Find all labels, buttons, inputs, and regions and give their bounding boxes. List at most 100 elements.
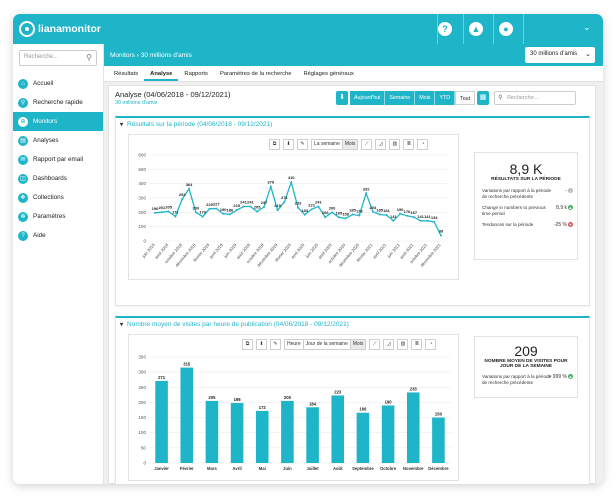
data-label: 38 [439,229,444,234]
y-tick-label: 0 [143,239,146,244]
bar-value-label: 172 [259,405,267,410]
sidebar-item-recherche-rapide[interactable]: ⚲ Recherche rapide [13,93,103,112]
download-icon[interactable]: ⬇ [256,339,267,350]
y-tick-label: 500 [138,167,146,172]
period-button-4[interactable]: Tout [455,91,476,105]
data-point [365,192,368,195]
sidebar-item-rapport-par-email[interactable]: ✉ Rapport par email [13,150,103,169]
data-label: 178 [356,208,363,213]
bar-value-label: 233 [410,386,418,391]
section-title-text: Nombre moyen de visites par heure de pub… [127,321,349,328]
data-point [228,213,231,216]
data-label: 205 [254,205,261,210]
pie-chart-icon[interactable]: ◔ [417,139,429,150]
tab-3[interactable]: Paramètres de la recherche [214,66,298,81]
y-tick-label: 200 [138,210,146,215]
area-chart-icon[interactable]: ◿ [375,139,387,150]
calendar-icon[interactable]: ▦ [477,91,490,105]
data-point [385,214,388,217]
period-button-3[interactable]: YTD [435,91,456,105]
granularity-button-0[interactable]: La semaine [311,139,342,150]
app-logo[interactable]: lianamonitor [19,21,101,37]
copy-icon[interactable]: ⧉ [269,139,280,150]
stacked-chart-icon[interactable]: ≣ [403,139,415,150]
data-label: 166 [322,210,329,215]
stat-row-value-text: -25 % [553,222,567,228]
data-point [440,234,442,237]
granularity-button-1[interactable]: Jour de la semaine [302,339,350,350]
bar-value-label: 205 [284,395,292,400]
data-label: 364 [186,182,193,187]
sidebar-item-label: Aide [33,232,46,239]
data-point [378,213,381,216]
data-label: 215 [274,203,281,208]
bar [306,407,319,463]
sidebar-item-analyses[interactable]: ▤ Analyses [13,131,103,150]
tab-4[interactable]: Réglages généraux [297,66,359,81]
line-chart-icon[interactable]: ⟋ [361,139,373,150]
granularity-button-1[interactable]: Mois [341,139,359,150]
x-category-label: Décembre [428,466,449,471]
home-icon: ⌂ [18,78,28,89]
period-button-0[interactable]: Aujourd'hui [350,91,386,105]
user-icon[interactable]: ● [499,22,513,36]
tab-0[interactable]: Résultats [108,66,144,81]
x-category-label: Mai [259,466,266,471]
section-title[interactable]: ▾ Nombre moyen de visites par heure de pu… [120,321,349,328]
data-label: 241 [315,199,322,204]
x-tick-label: avril 2021 [372,242,388,260]
tab-2[interactable]: Rapports [178,66,214,81]
data-point [337,216,340,219]
sidebar-item-dashboards[interactable]: ◫ Dashboards [13,169,103,188]
settings-icon[interactable]: ✎ [270,339,281,350]
analysis-search-input[interactable]: ⚲ Recherche... [494,91,577,105]
sidebar-search-input[interactable]: Recherche... ⚲ [19,50,97,66]
bar-value-label: 315 [183,362,191,367]
granularity-button-2[interactable]: Mois [349,339,367,350]
sidebar-item-label: Collections [33,194,64,201]
bar-chart-icon[interactable]: ▥ [397,339,409,350]
sidebar-item-param-tres[interactable]: ✻ Paramètres [13,207,103,226]
help-icon[interactable]: ? [438,22,452,36]
download-icon[interactable]: ⬇ [283,139,294,150]
period-button-2[interactable]: Mois [415,91,436,105]
area-chart-icon[interactable]: ◿ [383,339,395,350]
chevron-down-icon[interactable]: ⌄ [583,22,591,33]
line-chart-icon[interactable]: ⟋ [369,339,381,350]
sidebar-item-monitors[interactable]: ⊕ Monitors [13,112,103,131]
period-button-1[interactable]: Semaine [385,91,416,105]
granularity-button-0[interactable]: Heure [284,339,303,350]
y-tick-label: 150 [138,415,146,420]
bar-chart: 0 50 100 150 200 250 300 350 271 Janvier 315 Févrie… [138,355,451,471]
bar [205,400,219,463]
settings-icon[interactable]: ✎ [297,139,308,150]
section-title[interactable]: ▾ Résultats sur la période (04/06/2018 - … [120,121,272,128]
tab-1[interactable]: Analyse [144,66,179,81]
copy-icon[interactable]: ⧉ [242,339,253,350]
sidebar: Recherche... ⚲ ⌂ Accueil ⚲ Recherche rapide ⊕… [13,44,104,484]
section-title-text: Résultats sur la période (04/06/2018 - 0… [127,121,273,128]
stacked-chart-icon[interactable]: ≣ [411,339,423,350]
bar [230,403,244,463]
bell-icon[interactable]: ▲ [469,22,483,36]
download-icon[interactable]: ⬇ [336,91,348,105]
sidebar-item-label: Dashboards [33,175,67,182]
monitor-select[interactable]: 30 millions d'amis ⌄ [525,47,595,63]
stat-row-value: -i [565,188,573,194]
pie-chart-icon[interactable]: ◔ [425,339,437,350]
divider [463,14,464,44]
stat-row: Variations par rapport à la période de r… [475,374,577,386]
sidebar-item-collections[interactable]: ❖ Collections [13,188,103,207]
breadcrumb-root[interactable]: Monitors [110,52,135,59]
data-label: 379 [267,180,274,185]
sidebar-item-aide[interactable]: ? Aide [13,226,103,245]
sidebar-item-label: Rapport par email [33,156,84,163]
data-point [371,210,374,213]
collapse-icon: ▾ [120,322,124,328]
stat-caption: NOMBRE MOYEN DE VISITES POUR JOUR DE LA … [484,359,568,369]
bar-chart-icon[interactable]: ▥ [389,139,401,150]
sidebar-item-accueil[interactable]: ⌂ Accueil [13,74,103,93]
data-point [215,207,218,210]
top-bar: lianamonitor ? ▲ ● ⌄ [13,14,603,44]
stat-row-label: Tendances sur la période [482,222,534,227]
